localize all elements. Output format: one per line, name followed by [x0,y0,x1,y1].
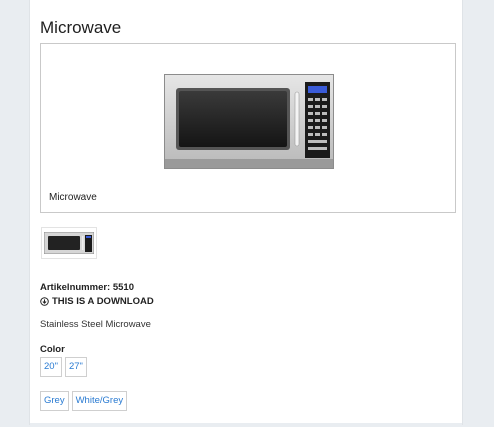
page-title: Microwave [40,18,122,37]
color-option-grey[interactable]: Grey [40,391,69,411]
page-bottom-edge [30,423,462,425]
download-circle-icon [40,297,49,306]
main-image-box: Microwave [40,43,456,213]
color-option-white-grey[interactable]: White/Grey [71,391,128,411]
sku-number: Artikelnummer: 5510 [40,282,134,293]
size-option-20[interactable]: 20" [40,357,62,377]
product-description: Stainless Steel Microwave [40,319,151,330]
color-option-label: Color [40,344,65,355]
thumbnail-microwave[interactable] [41,227,97,259]
size-options: 20" 27" [40,357,87,377]
color-options: Grey White/Grey [40,391,128,411]
size-option-27[interactable]: 27" [64,357,87,377]
image-caption: Microwave [49,192,97,203]
download-indicator: THIS IS A DOWNLOAD [40,296,154,307]
product-page: Microwave Microwave Artikelnummer: 5510 … [29,0,463,425]
microwave-thumbnail-image [44,232,94,254]
microwave-main-image [164,74,334,169]
download-label: THIS IS A DOWNLOAD [52,296,154,307]
